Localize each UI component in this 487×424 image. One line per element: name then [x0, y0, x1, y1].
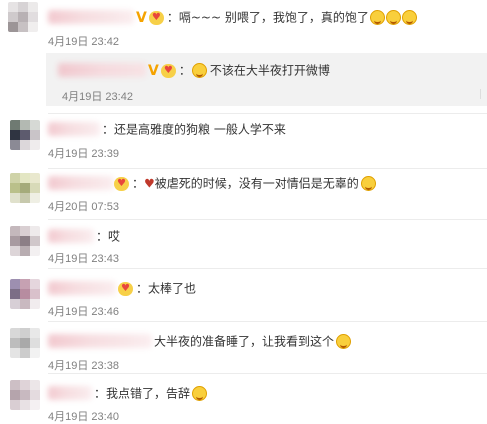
more-icon[interactable]: [480, 89, 487, 99]
comment-item: ：我点错了，告辞 4月19日 23:40: [0, 374, 487, 423]
comment-item: ：♥被虐死的时候，没有一对情侣是无辜的 4月20日 07:53: [0, 169, 487, 219]
comment-line: ：我点错了，告辞: [94, 385, 208, 401]
comment-text: 还是高雅度的狗粮 一般人学不来: [114, 122, 286, 137]
comment-text: 大半夜的准备睡了，让我看到这个: [154, 334, 335, 349]
comment-time: 4月19日 23:42: [62, 91, 133, 103]
comment-time: 4月19日 23:42: [48, 36, 119, 48]
verified-icon: V: [148, 62, 159, 79]
reply-container: V ： 不该在大半夜打开微博 4月19日 23:42: [46, 53, 487, 106]
avatar[interactable]: [10, 380, 40, 410]
comment-time: 4月19日 23:38: [48, 360, 119, 372]
broken-heart-icon: ♥: [144, 176, 155, 191]
comment-time: 4月20日 07:53: [48, 201, 119, 213]
comment-text: 我点错了，告辞: [106, 386, 191, 401]
laughing-face-icon: [369, 10, 385, 25]
comment-time: 4月19日 23:39: [48, 148, 119, 160]
separator: ：: [96, 229, 109, 244]
member-heart-icon: [160, 63, 176, 79]
username-blurred[interactable]: [58, 63, 146, 77]
comment-line: ：太棒了也: [118, 280, 197, 297]
comment-text: 太棒了也: [148, 281, 197, 296]
username-blurred[interactable]: [48, 10, 134, 24]
member-heart-icon: [148, 10, 164, 26]
verified-icon: V: [136, 9, 147, 26]
comment-time: 4月19日 23:43: [48, 253, 119, 265]
comment-text: 被虐死的时候，没有一对情侣是无辜的: [154, 176, 359, 191]
comment-line: ：哎: [96, 228, 120, 244]
eye-roll-face-icon: [360, 176, 376, 191]
member-heart-icon: [114, 176, 129, 192]
username-blurred[interactable]: [48, 334, 152, 348]
crying-figure-icon: [191, 63, 207, 78]
comment-item: V ：嗝~~~ 别喂了，我饱了，真的饱了 4月19日 23:42: [0, 0, 487, 52]
avatar[interactable]: [10, 226, 40, 256]
avatar[interactable]: [10, 279, 40, 309]
comment-text: 哎: [108, 229, 121, 244]
comment-item: ：哎 4月19日 23:43: [0, 220, 487, 268]
laughing-face-icon: [385, 10, 401, 25]
username-blurred[interactable]: [48, 176, 114, 190]
avatar[interactable]: [10, 173, 40, 203]
comment-line: ：还是高雅度的狗粮 一般人学不来: [102, 121, 286, 137]
comment-line: 大半夜的准备睡了，让我看到这个: [154, 333, 352, 349]
separator: ：: [178, 63, 191, 78]
separator: ：: [102, 122, 115, 137]
avatar[interactable]: [8, 2, 38, 32]
comment-time: 4月19日 23:46: [48, 306, 119, 318]
separator: ：: [94, 386, 107, 401]
comment-text: 嗝~~~ 别喂了，我饱了，真的饱了: [178, 10, 369, 25]
username-blurred[interactable]: [48, 229, 94, 243]
comment-line: ：♥被虐死的时候，没有一对情侣是无辜的: [114, 175, 376, 192]
laughing-face-icon: [401, 10, 417, 25]
username-blurred[interactable]: [48, 122, 100, 136]
avatar[interactable]: [10, 120, 40, 150]
comment-item: ：还是高雅度的狗粮 一般人学不来 4月19日 23:39: [0, 114, 487, 166]
comment-line: V ：嗝~~~ 别喂了，我饱了，真的饱了: [136, 9, 417, 26]
comment-item: ：太棒了也 4月19日 23:46: [0, 269, 487, 319]
separator: ：: [136, 281, 149, 296]
comment-item: 大半夜的准备睡了，让我看到这个 4月19日 23:38: [0, 322, 487, 372]
reply-line: V ： 不该在大半夜打开微博: [148, 62, 330, 79]
separator: ：: [166, 10, 179, 25]
separator: ：: [132, 176, 145, 191]
username-blurred[interactable]: [48, 386, 92, 400]
comment-text: 不该在大半夜打开微博: [209, 63, 330, 78]
avatar[interactable]: [10, 328, 40, 358]
laughing-face-icon: [192, 386, 208, 401]
crying-figure-icon: [336, 334, 352, 349]
username-blurred[interactable]: [48, 281, 116, 295]
member-heart-icon: [118, 281, 133, 297]
comment-time: 4月19日 23:40: [48, 411, 119, 423]
